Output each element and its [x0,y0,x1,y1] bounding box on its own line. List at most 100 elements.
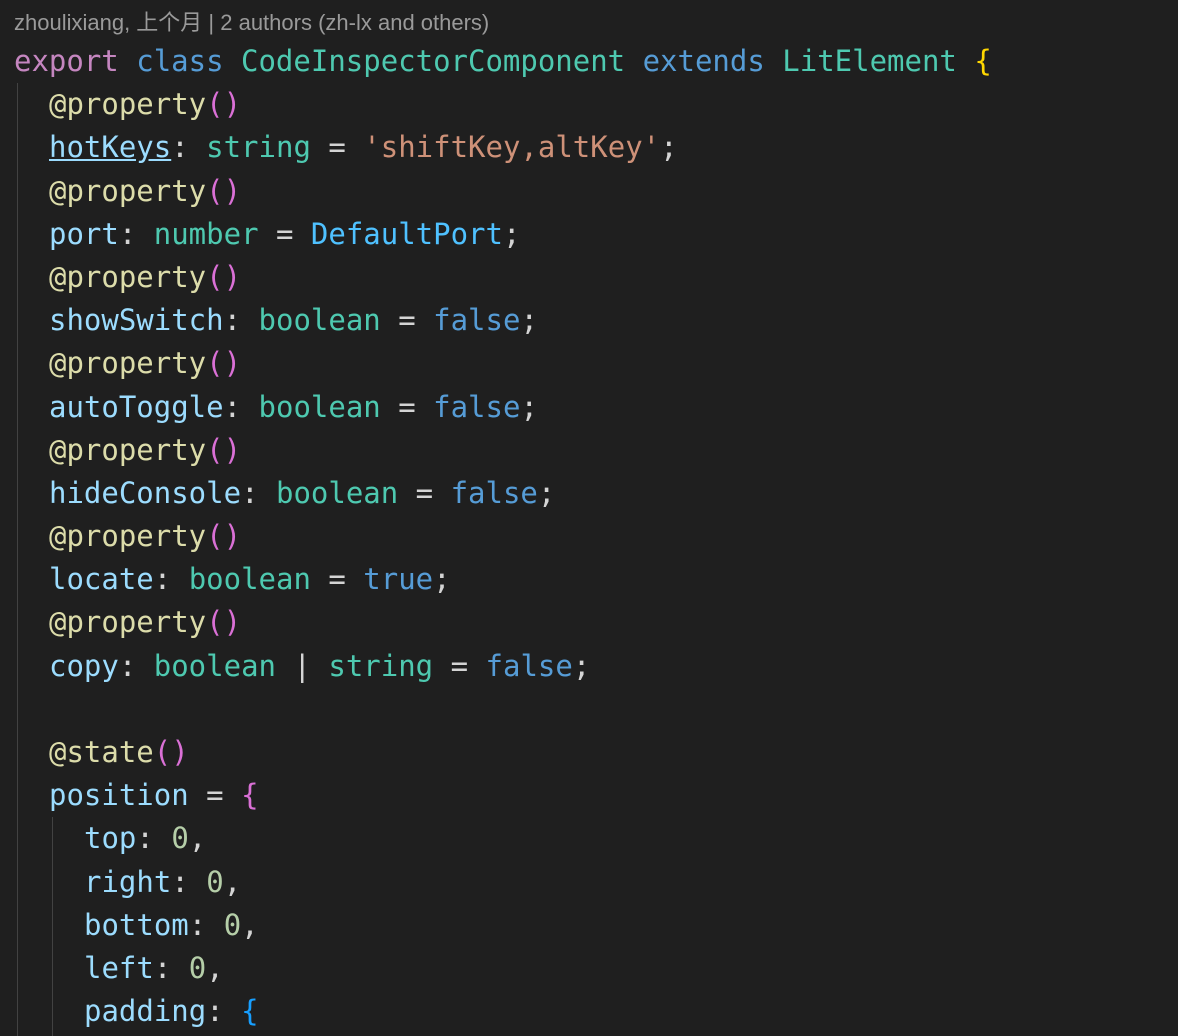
token-punctuation: : [171,130,207,165]
token-class-name: LitElement [782,44,957,78]
token-type: boolean [153,648,276,683]
token-decorator: @state [49,735,154,769]
code-line-23: padding: { [14,990,1178,1033]
code-line-5: port: number = DefaultPort; [14,213,1178,256]
token-keyword: export [14,44,119,78]
token-keyword: extends [642,44,765,78]
token-type: boolean [188,562,311,597]
token-punctuation: , [188,821,207,856]
token-property: locate [49,562,154,597]
token-bracket: () [206,519,242,554]
token-property: top [84,821,137,856]
token-punctuation: : [171,864,207,899]
token-bracket: () [206,173,242,208]
code-line-16-empty [14,688,1178,731]
token-boolean: false [450,475,538,510]
token-punctuation: : [136,821,172,856]
token-punctuation: ; [572,648,591,683]
token-bracket: { [241,994,259,1029]
code-line-7: showSwitch: boolean = false; [14,299,1178,342]
code-line-4: @property() [14,170,1178,213]
token-operator: | [275,648,329,683]
token-number: 0 [171,821,189,856]
token-punctuation: ; [537,475,556,510]
code-line-3: hotKeys: string = 'shiftKey,altKey'; [14,126,1178,169]
token-punctuation: : [206,994,242,1029]
code-line-2: @property() [14,83,1178,126]
token-property: showSwitch [49,303,224,338]
token-property: copy [49,648,119,683]
token-punctuation: : [118,648,154,683]
token-bracket: { [974,44,992,78]
token-property: left [84,950,154,985]
code-line-12: @property() [14,515,1178,558]
token-property: port [49,216,119,251]
code-line-10: @property() [14,429,1178,472]
token-decorator: @property [49,432,207,467]
token-property: position [49,778,189,813]
token-property: hideConsole [49,475,242,510]
token-string: 'shiftKey,altKey' [363,130,661,165]
token-punctuation: , [241,907,259,942]
token-punctuation: ; [433,562,451,597]
token-type: number [153,216,259,251]
token-punctuation: , [206,950,224,985]
token-operator: = [433,648,486,683]
token-punctuation: : [153,562,189,597]
code-line-18: position = { [14,774,1178,817]
token-boolean: false [433,389,521,424]
token-punctuation: : [118,216,154,251]
token-bracket: () [206,87,242,122]
token-punctuation: , [223,864,242,899]
token-bracket: () [206,346,242,381]
code-line-15: copy: boolean | string = false; [14,645,1178,688]
token-punctuation: ; [520,303,538,338]
token-bracket: () [153,735,189,769]
token-bracket: () [206,432,242,467]
token-operator: = [188,778,242,813]
token-keyword: class [136,44,224,78]
token-property: right [84,864,172,899]
code-line-1: export class CodeInspectorComponent exte… [14,40,1178,83]
token-punctuation: ; [502,216,521,251]
token-property: padding [84,994,207,1029]
token-punctuation: : [223,303,259,338]
token-bracket: () [206,605,242,640]
code-line-11: hideConsole: boolean = false; [14,472,1178,515]
code-line-20: right: 0, [14,861,1178,904]
code-line-14: @property() [14,601,1178,644]
token-decorator: @property [49,87,207,122]
token-punctuation: ; [520,389,538,424]
token-operator: = [310,562,364,597]
token-number: 0 [206,864,224,899]
token-boolean: false [433,303,521,338]
token-class-name: CodeInspectorComponent [241,44,626,78]
token-type: boolean [258,303,381,338]
code-line-9: autoToggle: boolean = false; [14,386,1178,429]
code-line-8: @property() [14,342,1178,385]
token-punctuation: : [188,907,224,942]
token-property-link[interactable]: hotKeys [49,130,171,164]
code-editor[interactable]: export class CodeInspectorComponent exte… [14,40,1178,1033]
token-decorator: @property [49,173,207,208]
token-type: string [206,130,311,165]
token-bracket: { [241,778,259,813]
code-line-13: locate: boolean = true; [14,558,1178,601]
codelens-blame[interactable]: zhoulixiang, 上个月 | 2 authors (zh-lx and … [14,8,489,38]
code-line-19: top: 0, [14,817,1178,860]
code-line-17: @state() [14,731,1178,774]
token-decorator: @property [49,346,207,381]
token-operator: = [398,475,451,510]
code-line-21: bottom: 0, [14,904,1178,947]
token-decorator: @property [49,605,207,640]
token-punctuation: ; [660,130,678,165]
token-operator: = [380,303,434,338]
token-operator: = [310,130,364,165]
token-bracket: () [206,259,242,294]
token-operator: = [258,216,311,251]
token-number: 0 [223,907,242,942]
token-type: boolean [258,389,381,424]
token-punctuation: : [153,950,189,985]
